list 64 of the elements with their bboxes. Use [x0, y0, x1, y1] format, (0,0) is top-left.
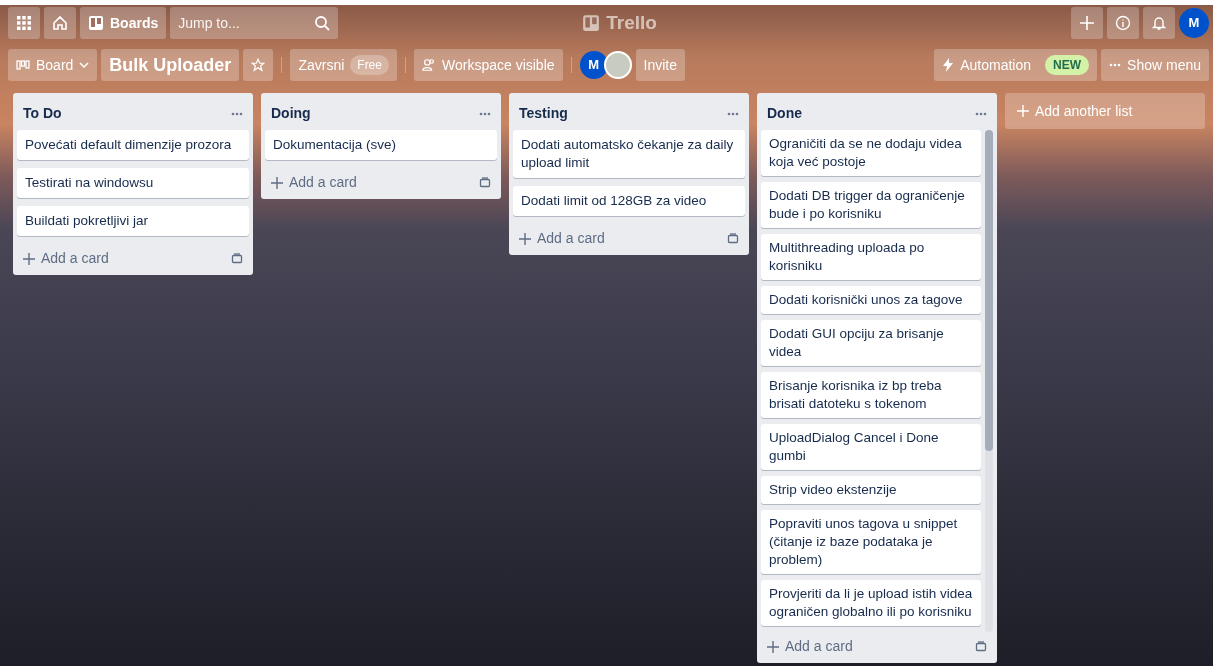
task-card[interactable]: Buildati pokretljivi jar [17, 206, 249, 236]
apps-menu-button[interactable] [8, 7, 40, 39]
plus-icon [1017, 105, 1029, 117]
template-icon[interactable] [975, 640, 987, 653]
task-card[interactable]: Dodati korisnički unos za tagove [761, 286, 981, 314]
list-menu-icon[interactable] [727, 111, 739, 116]
grid-icon [16, 15, 32, 31]
list-menu-icon[interactable] [975, 111, 987, 116]
plus-icon [1079, 15, 1095, 31]
ellipsis-icon [1109, 63, 1122, 67]
task-card[interactable]: Popraviti unos tagova u snippet (čitanje iz baze podataka je problem) [761, 510, 981, 574]
add-card-button[interactable]: Add a card [271, 172, 357, 193]
scrollbar-track[interactable] [985, 130, 993, 632]
task-card[interactable]: Dokumentacija (sve) [265, 130, 497, 160]
plus-icon [271, 176, 283, 189]
add-card-button[interactable]: Add a card [23, 248, 109, 269]
chevron-down-icon [79, 61, 90, 69]
member-photo-placeholder[interactable] [603, 51, 632, 79]
list-menu-icon[interactable] [479, 111, 491, 116]
task-card[interactable]: Strip video ekstenzije [761, 476, 981, 504]
new-badge: NEW [1045, 55, 1090, 75]
plus-icon [767, 640, 779, 653]
add-card-button[interactable]: Add a card [767, 636, 853, 657]
task-card[interactable]: Multithreading uploada po korisniku [761, 234, 981, 280]
add-card-button[interactable]: Add a card [519, 228, 605, 249]
task-card[interactable]: UploadDialog Cancel i Done gumbi [761, 424, 981, 470]
list-title[interactable]: To Do [23, 103, 62, 124]
info-button[interactable] [1107, 7, 1139, 39]
info-icon [1115, 15, 1131, 31]
lightning-icon [942, 58, 955, 72]
board-view-icon [16, 60, 30, 70]
task-card[interactable]: Brisanje korisnika iz bp treba brisati datoteku s tokenom [761, 372, 981, 418]
search-icon [314, 15, 331, 31]
people-icon [422, 58, 436, 72]
template-icon[interactable] [231, 252, 243, 265]
bell-icon [1151, 15, 1167, 31]
task-card[interactable]: Dodati automatsko čekanje za daily upload limit [513, 130, 745, 178]
list-title[interactable]: Doing [271, 103, 311, 124]
plan-badge: Free [350, 55, 389, 75]
notifications-button[interactable] [1143, 7, 1175, 39]
template-icon[interactable] [727, 232, 739, 245]
task-card[interactable]: Ograničiti da se ne dodaju videa koja već postoje [761, 130, 981, 176]
plus-icon [519, 232, 531, 245]
board-icon [88, 15, 104, 31]
list-title[interactable]: Done [767, 103, 802, 124]
logo-icon [582, 14, 601, 32]
task-card[interactable]: Povećati default dimenzije prozora [17, 130, 249, 160]
user-avatar[interactable]: M [1179, 8, 1209, 38]
plus-icon [23, 252, 35, 265]
create-button[interactable] [1071, 7, 1103, 39]
task-card[interactable]: Provjeriti da li je upload istih videa ograničen globalno ili po korisniku [761, 580, 981, 626]
star-button[interactable] [243, 49, 274, 81]
star-icon [251, 58, 266, 72]
task-card[interactable]: Testirati na windowsu [17, 168, 249, 198]
list-title[interactable]: Testing [519, 103, 568, 124]
task-card[interactable]: Dodati DB trigger da ograničenje bude i po korisniku [761, 182, 981, 228]
task-card[interactable]: Dodati limit od 128GB za video [513, 186, 745, 216]
task-card[interactable]: Dodati GUI opciju za brisanje videa [761, 320, 981, 366]
list-menu-icon[interactable] [231, 111, 243, 116]
automation-button[interactable]: Automation NEW [934, 49, 1098, 81]
home-button[interactable] [44, 7, 76, 39]
home-icon [52, 15, 68, 31]
template-icon[interactable] [479, 176, 491, 189]
member-avatar[interactable]: M [579, 51, 608, 79]
